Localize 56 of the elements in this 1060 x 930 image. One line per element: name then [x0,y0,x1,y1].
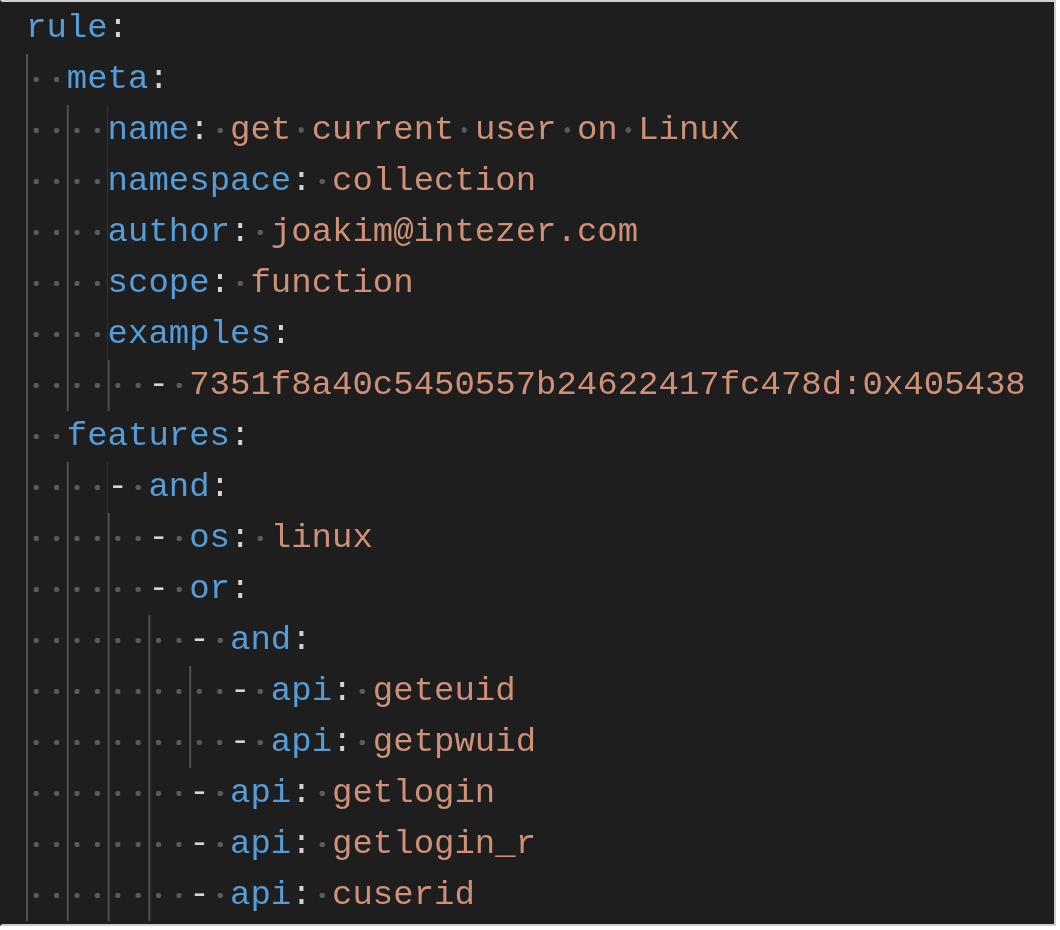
colon: : [148,59,169,100]
list-marker: - [230,722,251,763]
colon: : [209,263,231,304]
yaml-value: linux [270,518,373,559]
yaml-key: meta [66,54,149,105]
list-marker: - [148,569,169,610]
yaml-key: namespace [107,156,292,207]
colon: : [332,722,353,763]
colon: : [230,416,251,457]
yaml-key: author [107,207,231,258]
colon: : [230,569,251,610]
list-marker: - [230,671,251,712]
list-marker: - [189,875,210,916]
colon: : [291,773,312,814]
yaml-value: get current user on Linux [230,110,741,151]
yaml-key: api [230,870,292,921]
list-marker: - [107,467,128,508]
yaml-key: examples [107,309,271,360]
yaml-value: function [250,263,414,304]
colon: : [291,161,312,202]
yaml-value: geteuid [372,671,516,712]
yaml-value: getlogin_r [332,824,537,865]
yaml-value: 7351f8a40c5450557b24622417fc478d:0x405438 [189,365,1026,406]
colon: : [291,875,312,916]
yaml-key: api [270,717,333,768]
colon: : [332,671,353,712]
code-editor[interactable] [0,0,1056,926]
colon: : [270,314,292,355]
yaml-value: cuserid [332,875,475,916]
colon: : [291,824,312,865]
yaml-key: rule [26,3,108,54]
colon: : [230,518,251,559]
list-marker: - [189,773,210,814]
yaml-key: or [189,564,230,615]
yaml-key: api [230,768,292,819]
colon: : [209,467,231,508]
colon: : [189,110,210,151]
yaml-key: scope [107,258,210,309]
yaml-key: name [107,105,190,156]
yaml-value: getlogin [332,773,496,814]
colon: : [107,8,129,49]
yaml-key: features [66,411,231,462]
yaml-value: joakim@intezer.com [270,212,639,253]
list-marker: - [189,824,210,865]
yaml-value: getpwuid [372,722,537,763]
yaml-key: and [148,462,210,513]
yaml-key: api [230,819,292,870]
yaml-key: os [189,513,230,564]
list-marker: - [148,365,169,406]
colon: : [230,212,251,253]
colon: : [291,620,312,661]
yaml-value: collection [332,161,537,202]
list-marker: - [189,620,210,661]
yaml-key: api [270,666,333,717]
list-marker: - [148,518,169,559]
yaml-key: and [230,615,292,666]
